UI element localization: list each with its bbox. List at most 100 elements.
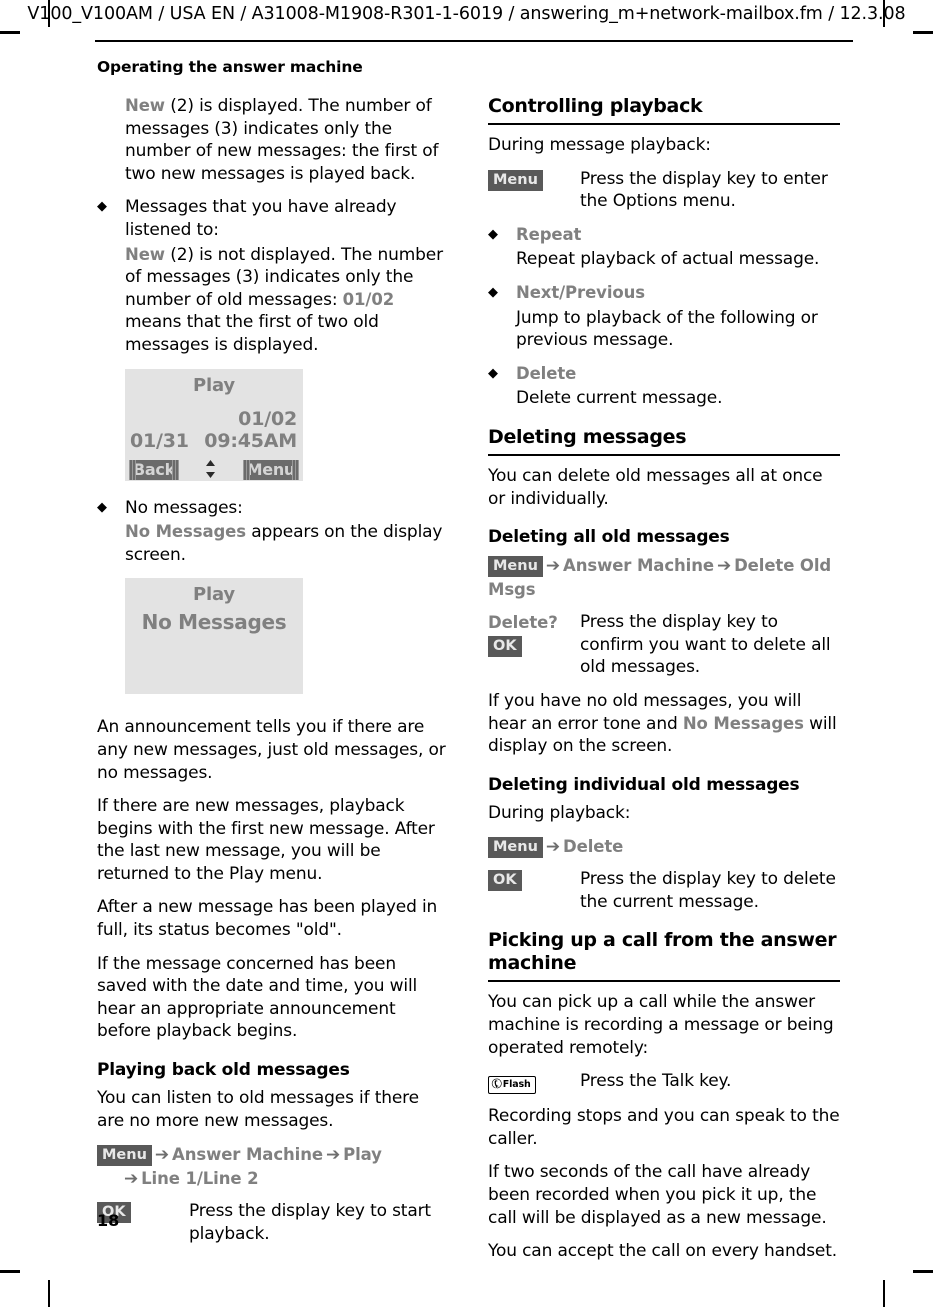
display-message-counter: 01/02 [238, 407, 297, 430]
crop-mark-bottom-left-vertical [48, 1280, 50, 1307]
display-title-play: Play [193, 374, 235, 396]
option-delete-desc: Delete current message. [516, 388, 723, 409]
bullet-listened-to-label: Messages that you have already listened … [125, 197, 397, 240]
right-column: Controlling playback During message play… [488, 95, 840, 1274]
arrow-icon-4: ➔ [545, 556, 561, 577]
menu-term-new-2: New [125, 244, 165, 264]
diamond-bullet-icon-2: ◆ [97, 499, 107, 515]
paragraph-saved-datetime: If the message concerned has been saved … [97, 953, 418, 1042]
row-delete-confirm-key: Delete? OK [488, 611, 580, 657]
header-rule [95, 40, 853, 42]
handset-display-play: Play 01/02 01/31 09:45AM Back Menu [125, 368, 303, 481]
row-ok-start-playback: OK Press the display key to start playba… [97, 1200, 449, 1245]
option-delete-label[interactable]: Delete [516, 363, 840, 386]
menu-path-delete: Menu ➔ Delete [488, 835, 840, 859]
row-ok-start-playback-desc: Press the display key to start playback. [189, 1201, 431, 1244]
row-ok-delete-current: OK Press the display key to delete the c… [488, 868, 840, 913]
heading-controlling-playback: Controlling playback [488, 95, 840, 125]
display-no-messages-text: No Messages [141, 610, 287, 635]
paragraph-listen-old: You can listen to old messages if there … [97, 1088, 419, 1131]
menu-item-play[interactable]: Play [343, 1145, 382, 1164]
option-next-previous-label[interactable]: Next/Previous [516, 282, 840, 305]
heading-playing-back-old-messages: Playing back old messages [97, 1060, 350, 1081]
menu-path-play: Menu ➔ Answer Machine ➔ Play ➔ Line 1/Line 2 [97, 1143, 449, 1191]
heading-deleting-all-old-messages: Deleting all old messages [488, 527, 730, 548]
option-repeat: ◆ Repeat [488, 224, 840, 247]
paragraph-new-displayed-rest: (2) is displayed. The number of messages… [125, 96, 439, 184]
diamond-bullet-icon-repeat: ◆ [488, 226, 498, 242]
paragraph-new-not-displayed-tail: means that the first of two old messages… [125, 312, 379, 355]
menu-item-answer-machine-2[interactable]: Answer Machine [563, 556, 714, 575]
flash-talk-key-icon[interactable]: ✆Flash [488, 1076, 536, 1095]
crop-mark-top-left-horizontal [0, 31, 20, 34]
bullet-listened-to: ◆ Messages that you have already listene… [97, 196, 449, 241]
up-down-arrows-icon [204, 459, 217, 481]
row-ok-delete-current-key: OK [488, 868, 580, 892]
paragraph-new-not-displayed-mid: (2) is not displayed. The number of mess… [125, 244, 443, 310]
crop-mark-bottom-right-horizontal [913, 1270, 933, 1273]
display-date: 01/31 [130, 429, 189, 452]
heading-picking-up-a-call: Picking up a call from the answer machin… [488, 929, 840, 983]
row-menu-options-desc: Press the display key to enter the Optio… [580, 168, 828, 212]
arrow-icon: ➔ [154, 1145, 170, 1166]
option-next-previous: ◆ Next/Previous [488, 282, 840, 305]
diamond-bullet-icon: ◆ [97, 199, 107, 215]
display-time: 09:45AM [204, 429, 297, 452]
crop-mark-top-right-horizontal [913, 31, 933, 34]
paragraph-status-old: After a new message has been played in f… [97, 897, 438, 941]
softkey-menu-badge[interactable]: Menu [97, 1145, 152, 1167]
arrow-icon-2: ➔ [325, 1145, 341, 1166]
paragraph-delete-intro: You can delete old messages all at once … [488, 465, 823, 509]
menu-item-line-1-line-2[interactable]: Line 1/Line 2 [141, 1169, 258, 1188]
menu-path-delete-old-msgs: Menu ➔ Answer Machine ➔ Delete Old Msgs [488, 554, 840, 602]
option-next-previous-desc: Jump to playback of the following or pre… [516, 307, 818, 351]
page-number: 18 [97, 1211, 120, 1230]
softkey-menu-badge-3[interactable]: Menu [488, 556, 543, 578]
flash-label: Flash [502, 1079, 531, 1091]
paragraph-new-not-displayed: New (2) is not displayed. The number of … [125, 244, 449, 357]
softkey-ok-badge-2[interactable]: OK [488, 635, 522, 657]
row-ok-delete-current-desc: Press the display key to delete the curr… [580, 869, 836, 912]
paragraph-pick-up-intro: You can pick up a call while the answer … [488, 992, 834, 1058]
handset-display-no-messages: Play No Messages [125, 578, 303, 695]
paragraph-new-displayed: New (2) is displayed. The number of mess… [125, 95, 449, 185]
menu-item-answer-machine[interactable]: Answer Machine [172, 1145, 323, 1164]
row-menu-options: Menu Press the display key to enter the … [488, 168, 840, 213]
softkey-menu-badge-4[interactable]: Menu [488, 837, 543, 859]
row-menu-options-key: Menu [488, 168, 580, 192]
row-delete-confirm-desc: Press the display key to confirm you wan… [580, 612, 831, 678]
paragraph-accept-call: You can accept the call on every handset… [488, 1241, 837, 1262]
display-title-play-2: Play [193, 584, 235, 606]
paragraph-during-message-playback: During message playback: [488, 135, 711, 155]
row-talk-key-desc: Press the Talk key. [580, 1071, 732, 1092]
display-softkey-back[interactable]: Back [129, 459, 179, 480]
arrow-icon-3: ➔ [124, 1169, 139, 1190]
paragraph-announcement: An announcement tells you if there are a… [97, 717, 446, 783]
crop-mark-bottom-left-horizontal [0, 1270, 20, 1273]
code-no-messages: No Messages [125, 522, 246, 542]
display-softkey-menu[interactable]: Menu [242, 459, 300, 480]
option-delete: ◆ Delete [488, 363, 840, 386]
softkey-ok-badge-3[interactable]: OK [488, 870, 522, 892]
paragraph-during-playback-2: During playback: [488, 802, 631, 823]
paragraph-no-messages: No Messages appears on the display scree… [125, 521, 449, 566]
diamond-bullet-icon-delete: ◆ [488, 365, 498, 381]
arrow-icon-6: ➔ [545, 837, 561, 858]
code-no-messages-2: No Messages [682, 713, 804, 733]
menu-item-delete[interactable]: Delete [563, 837, 623, 856]
row-talk-key: ✆Flash Press the Talk key. [488, 1070, 840, 1095]
code-01-02: 01/02 [342, 289, 395, 309]
running-header: V100_V100AM / USA EN / A31008-M1908-R301… [27, 4, 906, 24]
softkey-menu-badge-2[interactable]: Menu [488, 169, 543, 191]
diamond-bullet-icon-next-previous: ◆ [488, 284, 498, 300]
menu-term-new: New [125, 96, 165, 115]
option-repeat-label[interactable]: Repeat [516, 224, 840, 247]
chapter-title: Operating the answer machine [97, 58, 363, 76]
display-date-time-row: 01/31 09:45AM [125, 429, 303, 451]
bullet-no-messages: ◆ No messages: [97, 497, 449, 520]
left-column: New (2) is displayed. The number of mess… [97, 95, 449, 1256]
row-talk-key-key: ✆Flash [488, 1070, 580, 1095]
paragraph-new-playback: If there are new messages, playback begi… [97, 796, 435, 884]
crop-mark-bottom-right-vertical [883, 1280, 885, 1307]
arrow-icon-5: ➔ [716, 556, 732, 577]
